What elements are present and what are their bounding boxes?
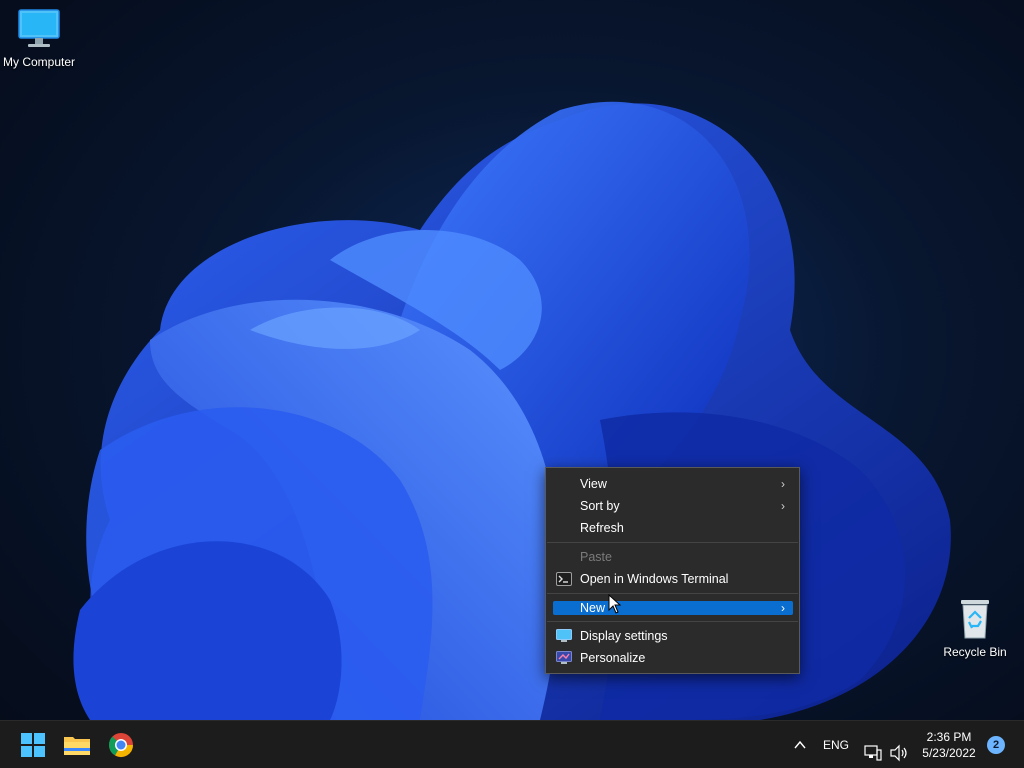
menu-item-display-settings[interactable]: Display settings xyxy=(553,626,793,646)
windows-start-icon xyxy=(21,733,45,757)
menu-item-refresh[interactable]: Refresh xyxy=(553,518,793,538)
menu-item-label: Display settings xyxy=(580,629,668,643)
desktop-icon-label: My Computer xyxy=(2,55,76,69)
menu-item-label: View xyxy=(580,477,607,491)
show-hidden-icons-button[interactable] xyxy=(793,721,811,768)
chrome-button[interactable] xyxy=(105,729,137,761)
menu-item-personalize[interactable]: Personalize xyxy=(553,648,793,668)
menu-item-label: Sort by xyxy=(580,499,620,513)
display-icon xyxy=(556,629,572,642)
monitor-icon xyxy=(18,9,60,47)
clock-date: 5/23/2022 xyxy=(922,746,976,760)
menu-item-sort-by[interactable]: Sort by › xyxy=(553,496,793,516)
menu-item-label: Personalize xyxy=(580,651,646,665)
file-explorer-button[interactable] xyxy=(61,729,93,761)
menu-item-view[interactable]: View › xyxy=(553,474,793,494)
chevron-right-icon: › xyxy=(781,499,785,513)
desktop-icon-my-computer[interactable]: My Computer xyxy=(0,8,81,69)
menu-separator xyxy=(547,593,798,594)
clock[interactable]: 2:36 PM 5/23/2022 xyxy=(918,729,980,761)
chevron-right-icon: › xyxy=(781,601,785,615)
menu-separator xyxy=(547,621,798,622)
language-indicator[interactable]: ENG xyxy=(823,721,849,768)
clock-time: 2:36 PM xyxy=(926,730,972,744)
personalize-icon xyxy=(556,651,572,664)
start-button[interactable] xyxy=(17,729,49,761)
menu-item-paste: Paste xyxy=(553,547,793,567)
menu-item-open-terminal[interactable]: Open in Windows Terminal xyxy=(553,569,793,589)
desktop-context-menu: View › Sort by › Refresh Paste Open in W… xyxy=(545,467,800,674)
chrome-icon xyxy=(108,733,133,758)
notification-badge[interactable]: 2 xyxy=(987,736,1005,754)
menu-item-label: Paste xyxy=(580,550,612,564)
folder-icon xyxy=(64,737,90,755)
menu-item-label: New xyxy=(580,601,606,615)
network-icon[interactable] xyxy=(864,735,882,761)
volume-icon[interactable] xyxy=(889,735,909,762)
taskbar: ENG 2:36 PM 5/23/2022 2 xyxy=(0,720,1024,768)
terminal-icon xyxy=(556,572,572,586)
mouse-cursor-icon xyxy=(608,594,622,614)
chevron-up-icon xyxy=(794,740,806,749)
desktop-icon-label: Recycle Bin xyxy=(943,645,1007,659)
chevron-right-icon: › xyxy=(781,477,785,491)
menu-item-label: Refresh xyxy=(580,521,624,535)
desktop-icon-recycle-bin[interactable]: Recycle Bin xyxy=(933,596,1017,659)
wallpaper-bloom xyxy=(73,101,951,720)
menu-separator xyxy=(547,542,798,543)
menu-item-label: Open in Windows Terminal xyxy=(580,572,729,586)
menu-item-new[interactable]: New › xyxy=(553,601,793,615)
recycle-bin-icon xyxy=(961,600,989,639)
